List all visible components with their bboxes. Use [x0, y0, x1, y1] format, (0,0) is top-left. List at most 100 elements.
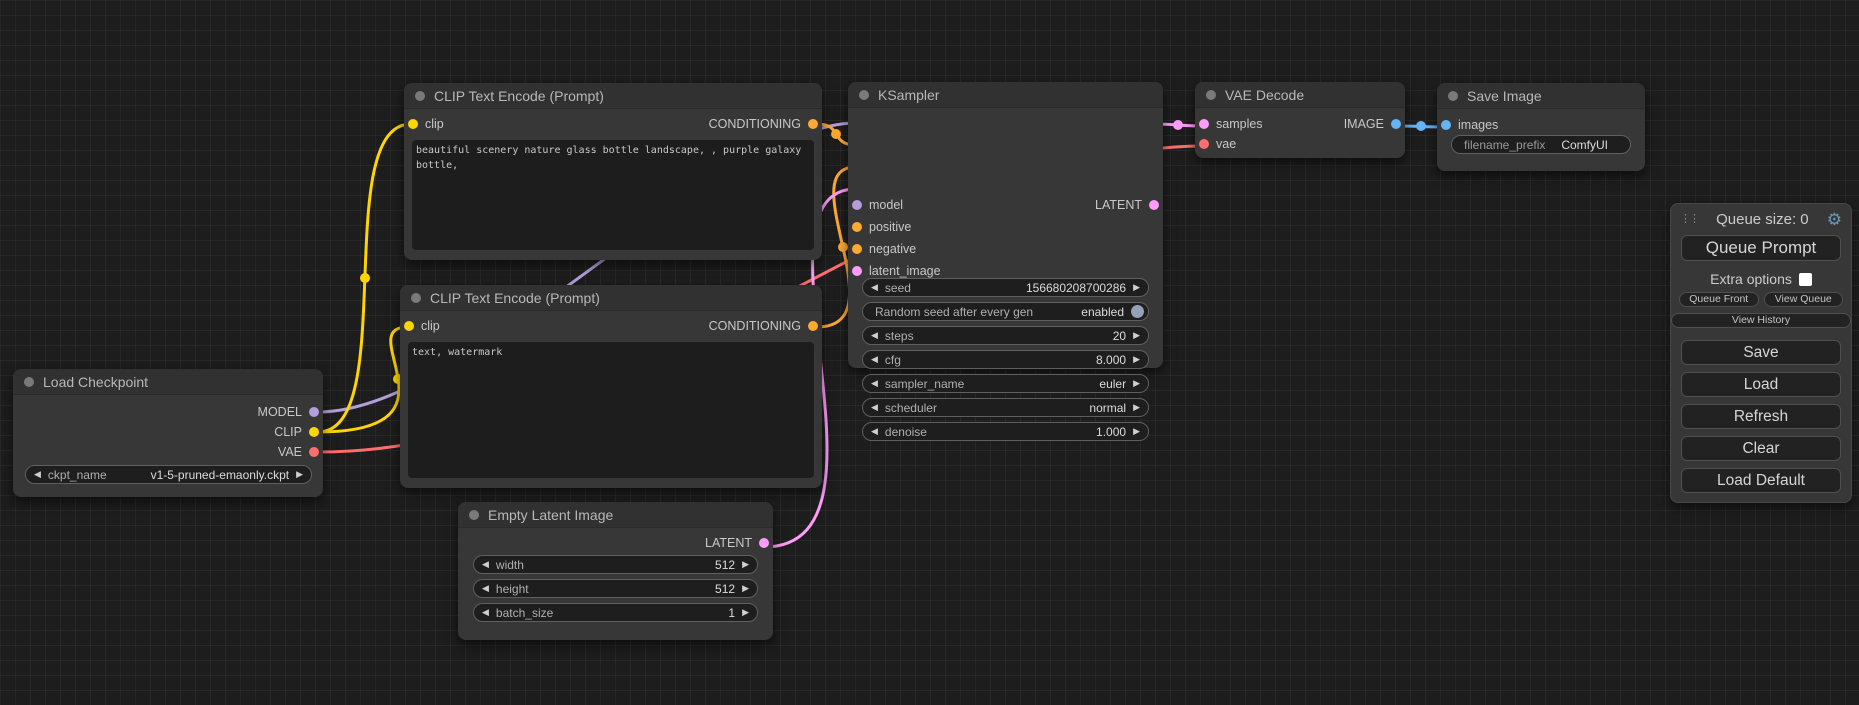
arrow-right-icon[interactable]: ▶ — [742, 560, 749, 569]
node-title-bar[interactable]: Load Checkpoint — [13, 369, 323, 395]
output-label-clip: CLIP — [274, 425, 302, 439]
arrow-left-icon[interactable]: ◀ — [482, 608, 489, 617]
arrow-right-icon[interactable]: ▶ — [1133, 283, 1140, 292]
arrow-left-icon[interactable]: ◀ — [871, 331, 878, 340]
node-graph-canvas[interactable]: Load Checkpoint MODEL CLIP VAE ◀ ckpt_na… — [0, 0, 1859, 705]
node-clip-text-encode-negative[interactable]: CLIP Text Encode (Prompt) clip CONDITION… — [400, 285, 822, 488]
input-label-images: images — [1458, 118, 1498, 132]
positive-input-port[interactable] — [852, 222, 862, 232]
node-title-bar[interactable]: VAE Decode — [1195, 82, 1405, 108]
positive-prompt-textarea[interactable]: beautiful scenery nature glass bottle la… — [412, 140, 814, 250]
arrow-left-icon[interactable]: ◀ — [871, 427, 878, 436]
node-title-bar[interactable]: CLIP Text Encode (Prompt) — [400, 285, 822, 311]
arrow-left-icon[interactable]: ◀ — [34, 470, 41, 479]
scheduler-widget[interactable]: ◀ scheduler normal ▶ — [862, 398, 1149, 417]
refresh-button[interactable]: Refresh — [1681, 404, 1841, 429]
output-label-model: MODEL — [258, 405, 302, 419]
drag-handle-icon[interactable]: ⋮⋮ — [1680, 214, 1698, 225]
node-vae-decode[interactable]: VAE Decode samples IMAGE vae — [1195, 82, 1405, 158]
node-title-bar[interactable]: KSampler — [848, 82, 1163, 108]
latent-output-port[interactable] — [1149, 200, 1159, 210]
toggle-enabled-icon[interactable] — [1131, 305, 1144, 318]
clip-input-port[interactable] — [404, 321, 414, 331]
arrow-right-icon[interactable]: ▶ — [1133, 331, 1140, 340]
height-widget[interactable]: ◀ height 512 ▶ — [473, 579, 758, 598]
negative-prompt-textarea[interactable]: text, watermark — [408, 342, 814, 478]
arrow-left-icon[interactable]: ◀ — [871, 283, 878, 292]
node-clip-text-encode-positive[interactable]: CLIP Text Encode (Prompt) clip CONDITION… — [404, 83, 822, 260]
queue-prompt-button[interactable]: Queue Prompt — [1681, 235, 1841, 261]
node-title-bar[interactable]: Empty Latent Image — [458, 502, 773, 528]
load-button[interactable]: Load — [1681, 372, 1841, 397]
clear-button[interactable]: Clear — [1681, 436, 1841, 461]
queue-front-button[interactable]: Queue Front — [1679, 292, 1759, 307]
collapse-dot-icon[interactable] — [1448, 91, 1458, 101]
negative-input-port[interactable] — [852, 244, 862, 254]
arrow-right-icon[interactable]: ▶ — [1133, 427, 1140, 436]
batch-size-widget[interactable]: ◀ batch_size 1 ▶ — [473, 603, 758, 622]
arrow-right-icon[interactable]: ▶ — [742, 584, 749, 593]
arrow-left-icon[interactable]: ◀ — [482, 584, 489, 593]
widget-value: 1.000 — [1096, 425, 1126, 439]
width-widget[interactable]: ◀ width 512 ▶ — [473, 555, 758, 574]
arrow-left-icon[interactable]: ◀ — [871, 403, 878, 412]
denoise-widget[interactable]: ◀ denoise 1.000 ▶ — [862, 422, 1149, 441]
sampler-name-widget[interactable]: ◀ sampler_name euler ▶ — [862, 374, 1149, 393]
load-default-button[interactable]: Load Default — [1681, 468, 1841, 493]
seed-widget[interactable]: ◀ seed 156680208700286 ▶ — [862, 278, 1149, 297]
arrow-left-icon[interactable]: ◀ — [482, 560, 489, 569]
model-input-port[interactable] — [852, 200, 862, 210]
filename-prefix-widget[interactable]: filename_prefix ComfyUI — [1451, 135, 1631, 154]
arrow-right-icon[interactable]: ▶ — [1133, 355, 1140, 364]
latent-output-port[interactable] — [759, 538, 769, 548]
node-empty-latent-image[interactable]: Empty Latent Image LATENT ◀ width 512 ▶ … — [458, 502, 773, 640]
cfg-widget[interactable]: ◀ cfg 8.000 ▶ — [862, 350, 1149, 369]
view-queue-button[interactable]: View Queue — [1764, 292, 1844, 307]
arrow-left-icon[interactable]: ◀ — [871, 379, 878, 388]
link-midpoint — [831, 129, 841, 139]
clip-input-port[interactable] — [408, 119, 418, 129]
collapse-dot-icon[interactable] — [1206, 90, 1216, 100]
ckpt-name-widget[interactable]: ◀ ckpt_name v1-5-pruned-emaonly.ckpt ▶ — [25, 465, 312, 484]
arrow-right-icon[interactable]: ▶ — [296, 470, 303, 479]
widget-label: denoise — [885, 425, 927, 439]
extra-options-checkbox[interactable] — [1799, 273, 1812, 286]
node-ksampler[interactable]: KSampler model positive negative latent_… — [848, 82, 1163, 368]
node-title-bar[interactable]: CLIP Text Encode (Prompt) — [404, 83, 822, 109]
arrow-right-icon[interactable]: ▶ — [1133, 403, 1140, 412]
collapse-dot-icon[interactable] — [24, 377, 34, 387]
output-label-latent: LATENT — [1095, 198, 1142, 212]
random-seed-toggle-widget[interactable]: Random seed after every gen enabled — [862, 302, 1149, 321]
arrow-right-icon[interactable]: ▶ — [742, 608, 749, 617]
save-button[interactable]: Save — [1681, 340, 1841, 365]
link-midpoint — [1173, 120, 1183, 130]
collapse-dot-icon[interactable] — [415, 91, 425, 101]
steps-widget[interactable]: ◀ steps 20 ▶ — [862, 326, 1149, 345]
node-save-image[interactable]: Save Image images filename_prefix ComfyU… — [1437, 83, 1645, 171]
output-label-vae: VAE — [278, 445, 302, 459]
collapse-dot-icon[interactable] — [469, 510, 479, 520]
settings-gear-icon[interactable]: ⚙ — [1827, 211, 1842, 228]
node-load-checkpoint[interactable]: Load Checkpoint MODEL CLIP VAE ◀ ckpt_na… — [13, 369, 323, 497]
widget-value: 8.000 — [1096, 353, 1126, 367]
extra-options-label: Extra options — [1710, 271, 1792, 287]
image-output-port[interactable] — [1391, 119, 1401, 129]
node-title-bar[interactable]: Save Image — [1437, 83, 1645, 109]
view-history-button[interactable]: View History — [1671, 313, 1851, 328]
input-label-latent-image: latent_image — [869, 264, 941, 278]
latent-image-input-port[interactable] — [852, 266, 862, 276]
arrow-left-icon[interactable]: ◀ — [871, 355, 878, 364]
arrow-right-icon[interactable]: ▶ — [1133, 379, 1140, 388]
model-output-port[interactable] — [309, 407, 319, 417]
collapse-dot-icon[interactable] — [859, 90, 869, 100]
link-midpoint — [1416, 121, 1426, 131]
vae-output-port[interactable] — [309, 447, 319, 457]
conditioning-output-port[interactable] — [808, 321, 818, 331]
clip-output-port[interactable] — [309, 427, 319, 437]
conditioning-output-port[interactable] — [808, 119, 818, 129]
samples-input-port[interactable] — [1199, 119, 1209, 129]
images-input-port[interactable] — [1441, 120, 1451, 130]
collapse-dot-icon[interactable] — [411, 293, 421, 303]
vae-input-port[interactable] — [1199, 139, 1209, 149]
input-label-samples: samples — [1216, 117, 1263, 131]
